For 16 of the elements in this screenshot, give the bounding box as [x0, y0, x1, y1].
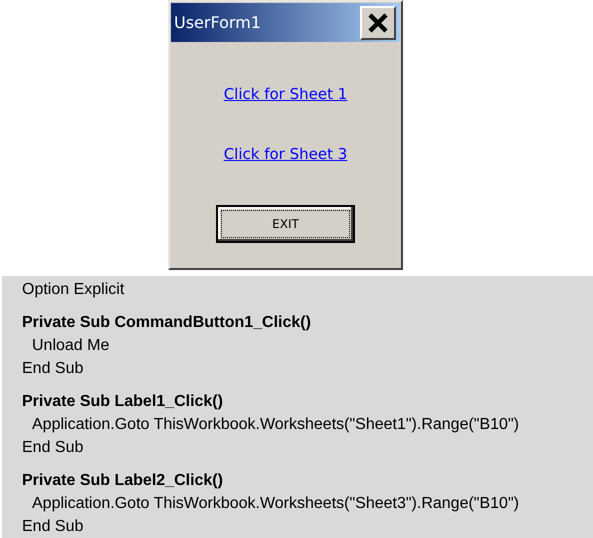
close-icon: [367, 12, 389, 34]
window-title: UserForm1: [174, 13, 261, 32]
sheet-link[interactable]: Click for Sheet 1: [224, 85, 348, 103]
code-line: Option Explicit: [22, 280, 126, 300]
code-line: Private Sub Label2_Click(): [22, 471, 224, 491]
code-line: Application.Goto ThisWorkbook.Worksheets("Sheet3").Range("B10"): [31, 494, 520, 514]
code-line: Application.Goto ThisWorkbook.Worksheets("Sheet1").Range("B10"): [31, 415, 520, 435]
code-line: Private Sub Label1_Click(): [22, 392, 224, 412]
sheet-link[interactable]: Click for Sheet 3: [224, 145, 348, 163]
code-line: End Sub: [22, 517, 84, 537]
code-line: Private Sub CommandButton1_Click(): [22, 313, 312, 333]
code-line: Unload Me: [31, 336, 110, 356]
exit-button[interactable]: EXIT: [216, 205, 355, 243]
close-button[interactable]: [360, 6, 396, 40]
code-line: End Sub: [22, 438, 84, 458]
code-line: End Sub: [22, 359, 84, 379]
